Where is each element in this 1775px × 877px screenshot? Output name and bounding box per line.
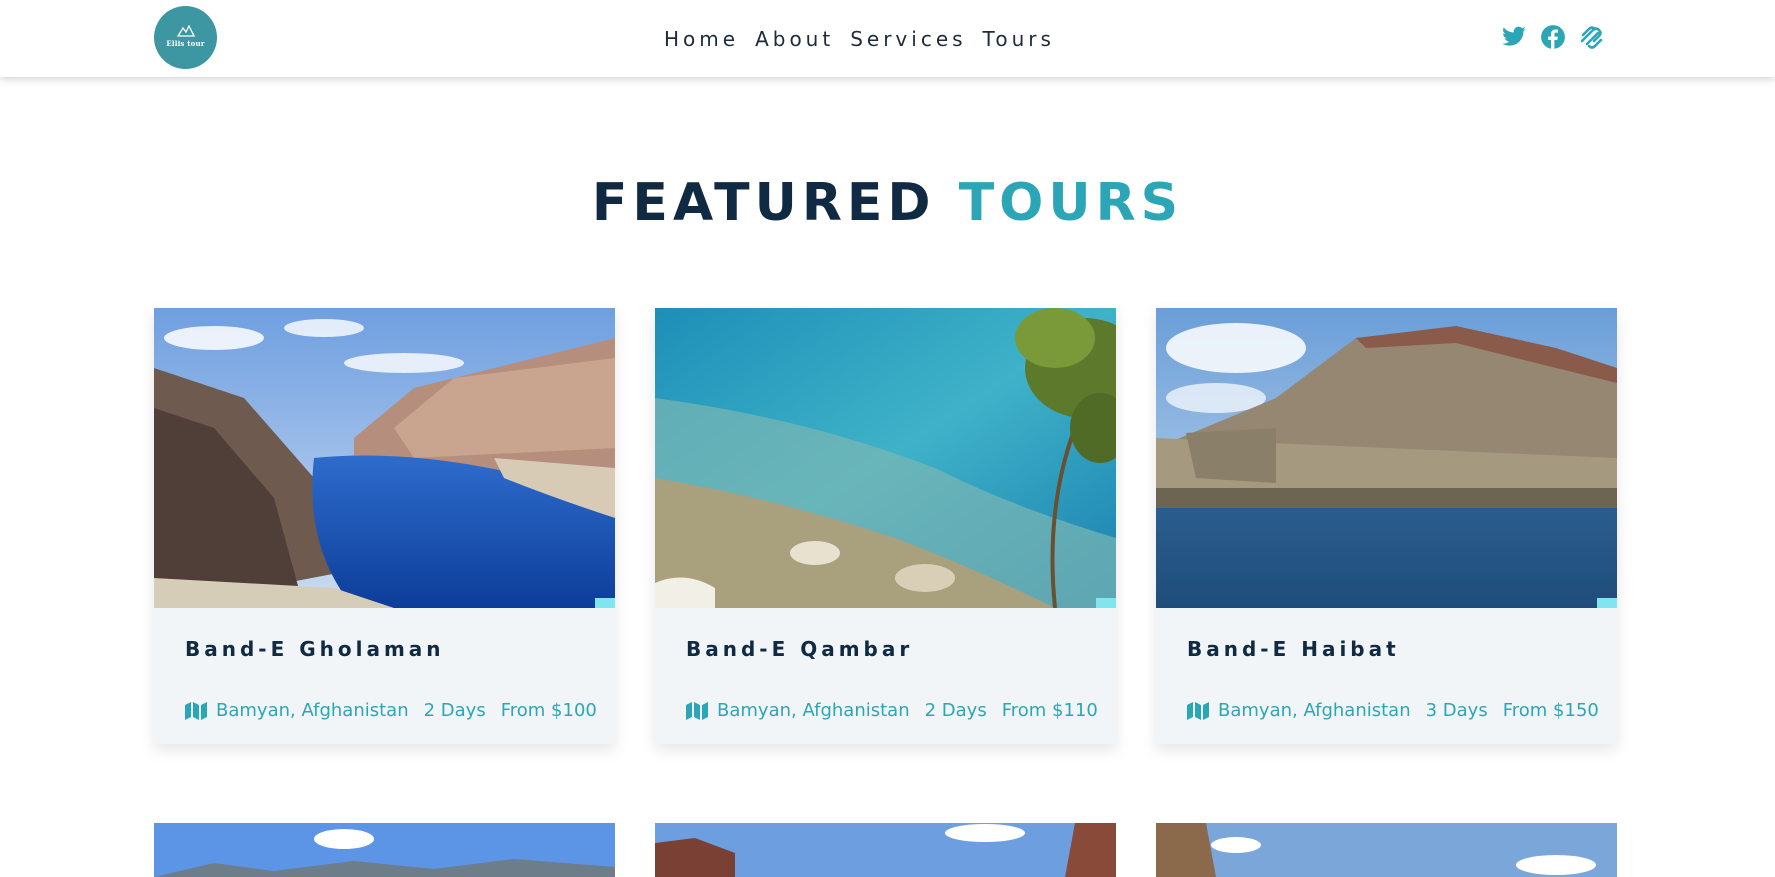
tour-duration: 3 Days: [1425, 700, 1488, 721]
nav-link-tours[interactable]: Tours: [983, 24, 1055, 54]
tour-card-image[interactable]: [1156, 823, 1617, 877]
tour-card[interactable]: Band-E Qambar Bamyan, Afghanistan 2 Days…: [655, 308, 1116, 744]
tour-price: From $110: [1001, 700, 1098, 721]
title-featured: FEATURED: [591, 173, 936, 233]
tour-price: From $100: [500, 700, 597, 721]
tour-location: Bamyan, Afghanistan: [216, 700, 409, 721]
tour-info: Bamyan, Afghanistan 2 Days From $100: [185, 698, 597, 724]
tour-duration: 2 Days: [423, 700, 486, 721]
nav-link-home[interactable]: Home: [664, 24, 739, 54]
image-corner-marker: [1597, 598, 1617, 608]
tour-card-image[interactable]: [655, 823, 1116, 877]
tour-title[interactable]: Band-E Gholaman: [185, 636, 445, 662]
tour-duration: 2 Days: [924, 700, 987, 721]
tour-image[interactable]: [655, 308, 1116, 608]
nav-links: Home About Services Tours: [664, 24, 1055, 54]
logo-text: Ellis tour: [166, 39, 205, 48]
nav-link-about[interactable]: About: [755, 24, 834, 54]
squarespace-icon[interactable]: [1578, 24, 1604, 50]
image-corner-marker: [1096, 598, 1116, 608]
tour-location: Bamyan, Afghanistan: [717, 700, 910, 721]
logo[interactable]: Ellis tour: [154, 6, 217, 69]
map-icon: [1187, 702, 1209, 720]
image-corner-marker: [595, 598, 615, 608]
tour-image[interactable]: [154, 308, 615, 608]
tour-card[interactable]: Band-E Haibat Bamyan, Afghanistan 3 Days…: [1156, 308, 1617, 744]
tour-card[interactable]: Band-E Gholaman Bamyan, Afghanistan 2 Da…: [154, 308, 615, 744]
tour-title[interactable]: Band-E Haibat: [1187, 636, 1400, 662]
nav-link-services[interactable]: Services: [850, 24, 966, 54]
title-tours: TOURS: [958, 173, 1184, 233]
tour-card-image[interactable]: [154, 823, 615, 877]
tour-info: Bamyan, Afghanistan 2 Days From $110: [686, 698, 1098, 724]
tour-location: Bamyan, Afghanistan: [1218, 700, 1411, 721]
tour-title[interactable]: Band-E Qambar: [686, 636, 913, 662]
tour-image[interactable]: [1156, 308, 1617, 608]
facebook-icon[interactable]: [1540, 24, 1566, 50]
navbar: Ellis tour Home About Services Tours: [0, 0, 1775, 77]
mountain-icon: [176, 25, 195, 37]
tour-price: From $150: [1502, 700, 1599, 721]
twitter-icon[interactable]: [1501, 24, 1527, 50]
section-title: FEATURED TOURS: [0, 172, 1775, 234]
tour-info: Bamyan, Afghanistan 3 Days From $150: [1187, 698, 1599, 724]
map-icon: [686, 702, 708, 720]
map-icon: [185, 702, 207, 720]
